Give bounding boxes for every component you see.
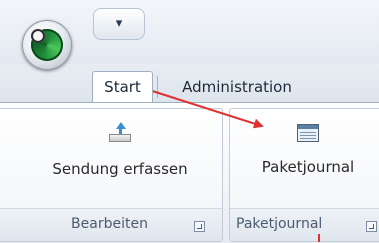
chevron-down-icon: ▾: [115, 15, 123, 31]
tab-administration[interactable]: Administration: [162, 71, 312, 102]
tab-administration-label: Administration: [182, 77, 292, 96]
tab-separator: [157, 76, 158, 98]
sendung-erfassen-label: Sendung erfassen: [52, 160, 188, 178]
group-footer: Paketjournal: [230, 208, 379, 241]
quick-access-toolbar-button[interactable]: ▾: [93, 8, 145, 40]
paketjournal-button[interactable]: Paketjournal: [238, 116, 378, 192]
group-caption-paketjournal: Paketjournal: [236, 216, 323, 232]
dialog-launcher-icon[interactable]: [194, 221, 205, 232]
group-footer: Bearbeiten: [0, 208, 222, 241]
app-logo-core: [31, 29, 45, 43]
send-parcel-icon: [109, 122, 131, 144]
group-caption-bearbeiten: Bearbeiten: [71, 216, 148, 232]
tab-start[interactable]: Start: [92, 71, 153, 102]
sendung-erfassen-button[interactable]: Sendung erfassen: [40, 116, 200, 192]
annotation-mark: [318, 234, 320, 242]
journal-table-icon: [297, 124, 319, 142]
dialog-launcher-icon[interactable]: [366, 221, 377, 232]
app-orb-button[interactable]: [22, 20, 72, 70]
paketjournal-label: Paketjournal: [261, 158, 355, 176]
tab-start-label: Start: [104, 78, 141, 96]
